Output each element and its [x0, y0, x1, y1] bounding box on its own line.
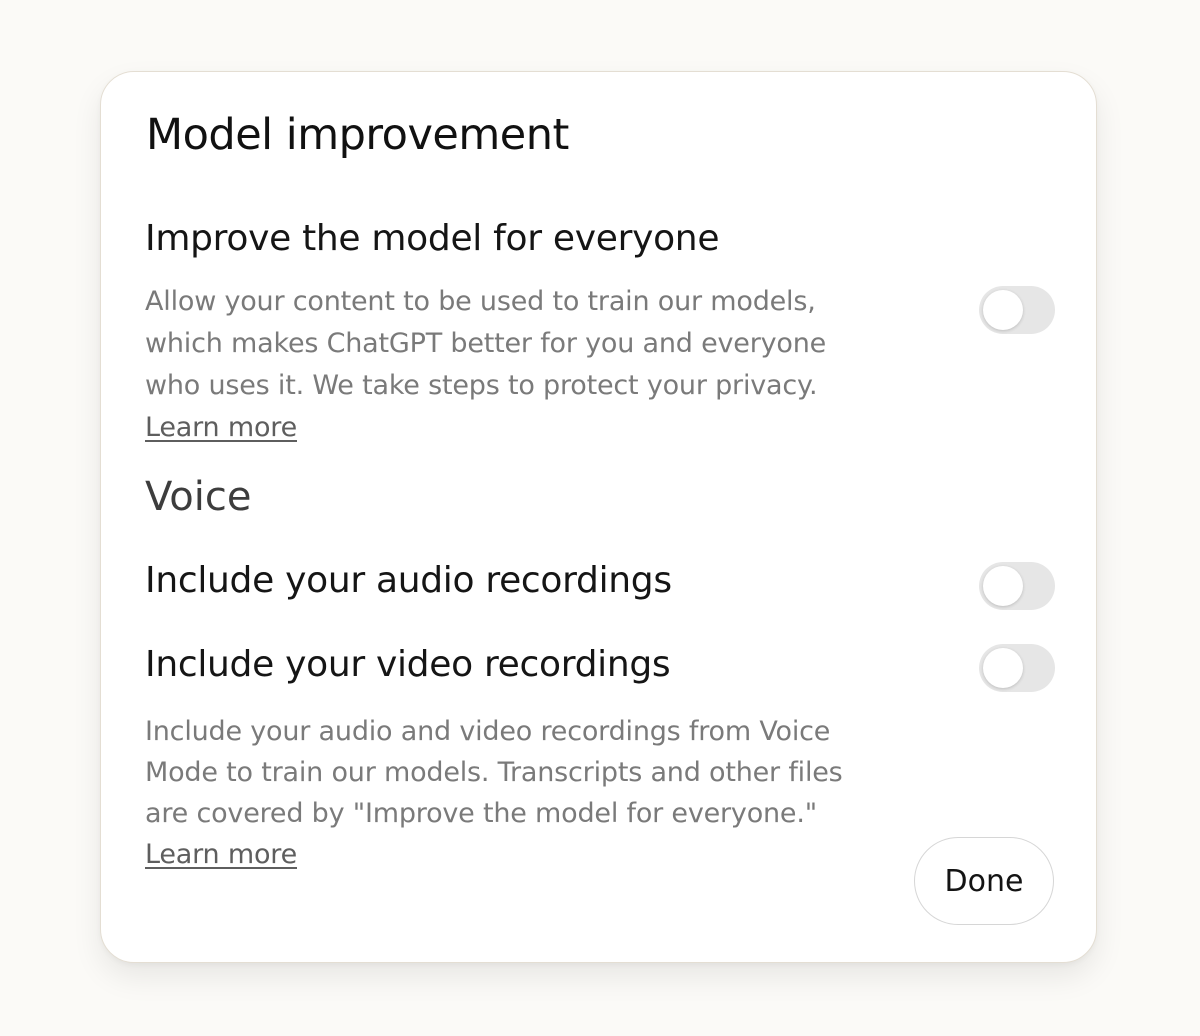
voice-section-heading: Voice [145, 474, 252, 520]
improve-model-description: Allow your content to be used to train o… [145, 281, 885, 449]
improve-model-description-text: Allow your content to be used to train o… [145, 286, 827, 401]
model-improvement-dialog: Model improvement Improve the model for … [100, 71, 1097, 963]
voice-description: Include your audio and video recordings … [145, 711, 865, 875]
dialog-title: Model improvement [146, 110, 569, 160]
audio-recordings-toggle[interactable] [979, 562, 1055, 610]
audio-recordings-label: Include your audio recordings [145, 560, 672, 601]
toggle-knob [983, 648, 1023, 688]
improve-model-learn-more-link[interactable]: Learn more [145, 412, 297, 443]
toggle-knob [983, 290, 1023, 330]
improve-model-label: Improve the model for everyone [145, 218, 720, 259]
page: Model improvement Improve the model for … [0, 0, 1200, 1036]
toggle-knob [983, 566, 1023, 606]
done-button[interactable]: Done [914, 837, 1054, 925]
video-recordings-label: Include your video recordings [145, 644, 671, 685]
video-recordings-toggle[interactable] [979, 644, 1055, 692]
voice-learn-more-link[interactable]: Learn more [145, 839, 297, 870]
voice-description-text: Include your audio and video recordings … [145, 716, 843, 829]
improve-model-toggle[interactable] [979, 286, 1055, 334]
